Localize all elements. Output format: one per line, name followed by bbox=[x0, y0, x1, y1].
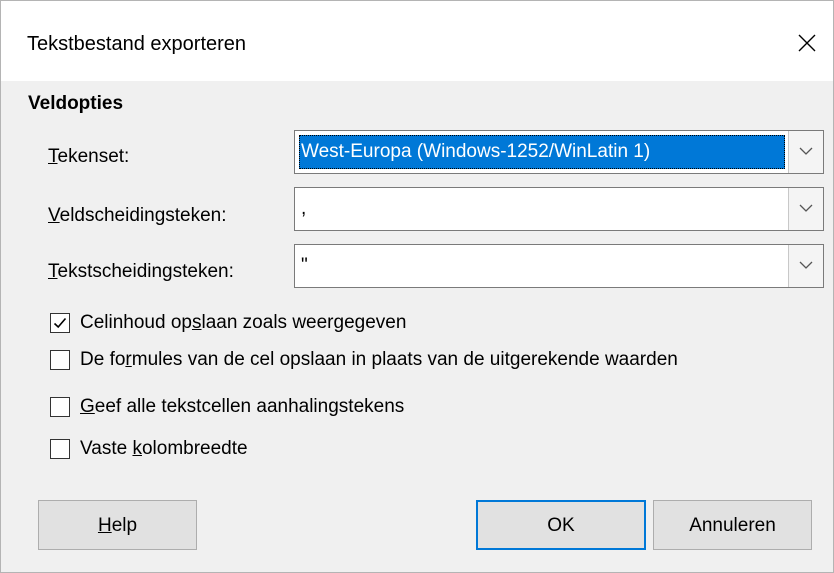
quote-all-text-cells-label-text: eef alle tekstcellen aanhalingstekens bbox=[94, 396, 405, 417]
help-button-label: elp bbox=[111, 515, 138, 536]
quote-all-text-cells-checkbox[interactable] bbox=[50, 397, 70, 417]
chevron-down-icon bbox=[799, 204, 813, 212]
charset-label: Tekenset: bbox=[48, 145, 129, 169]
close-icon bbox=[798, 34, 816, 52]
save-as-shown-label: Celinhoud opslaan zoals weergegeven bbox=[80, 311, 406, 335]
field-delimiter-label-text: eldscheidingsteken: bbox=[59, 205, 227, 226]
fixed-column-width-label: Vaste kolombreedte bbox=[80, 437, 248, 461]
option-save-formulas[interactable]: De formules van de cel opslaan in plaats… bbox=[50, 347, 678, 373]
chevron-down-icon bbox=[799, 261, 813, 269]
string-delimiter-label: Tekstscheidingsteken: bbox=[48, 260, 234, 284]
charset-label-mnemonic: T bbox=[48, 146, 58, 167]
checkmark-icon bbox=[53, 317, 67, 329]
field-delimiter-dropdown-button[interactable] bbox=[788, 188, 823, 230]
field-delimiter-label: Veldscheidingsteken: bbox=[48, 204, 227, 228]
fixed-column-width-label-mnemonic: k bbox=[132, 438, 142, 459]
fixed-column-width-label-text: Vaste bbox=[80, 438, 133, 459]
help-button-mnemonic: H bbox=[97, 515, 112, 536]
string-delimiter-dropdown-button[interactable] bbox=[788, 245, 823, 287]
save-formulas-label: De formules van de cel opslaan in plaats… bbox=[80, 348, 678, 372]
save-as-shown-label-text: laan zoals weergegeven bbox=[201, 312, 407, 333]
option-fixed-column-width[interactable]: Vaste kolombreedte bbox=[50, 436, 248, 462]
help-button[interactable]: Help bbox=[38, 500, 197, 550]
charset-dropdown-button[interactable] bbox=[788, 131, 823, 173]
string-delimiter-label-text: ekstscheidingsteken: bbox=[57, 261, 234, 282]
cancel-button[interactable]: Annuleren bbox=[653, 500, 812, 550]
field-delimiter-combobox[interactable]: , bbox=[294, 187, 824, 231]
chevron-down-icon bbox=[799, 147, 813, 155]
export-text-file-dialog: Tekstbestand exporteren Veldopties Teken… bbox=[0, 0, 834, 573]
ok-button[interactable]: OK bbox=[476, 500, 646, 550]
save-formulas-label-text: De fo bbox=[80, 349, 126, 370]
field-delimiter-value[interactable]: , bbox=[299, 192, 785, 226]
string-delimiter-value[interactable]: " bbox=[299, 249, 785, 283]
save-formulas-label-text: mules van de cel opslaan in plaats van d… bbox=[131, 349, 678, 370]
close-button[interactable] bbox=[791, 27, 823, 59]
save-as-shown-label-text: Celinhoud op bbox=[80, 312, 192, 333]
save-as-shown-checkbox[interactable] bbox=[50, 313, 70, 333]
charset-value: West-Europa (Windows-1252/WinLatin 1) bbox=[299, 135, 785, 169]
string-delimiter-label-mnemonic: T bbox=[48, 261, 58, 282]
quote-all-text-cells-label: Geef alle tekstcellen aanhalingstekens bbox=[80, 395, 404, 419]
field-options-heading: Veldopties bbox=[28, 93, 124, 114]
charset-select[interactable]: West-Europa (Windows-1252/WinLatin 1) bbox=[294, 130, 824, 174]
charset-label-text: ekenset: bbox=[57, 146, 130, 167]
title-bar: Tekstbestand exporteren bbox=[1, 1, 833, 81]
fixed-column-width-label-text: olombreedte bbox=[141, 438, 248, 459]
dialog-title: Tekstbestand exporteren bbox=[27, 33, 247, 55]
string-delimiter-combobox[interactable]: " bbox=[294, 244, 824, 288]
option-quote-all-text-cells[interactable]: Geef alle tekstcellen aanhalingstekens bbox=[50, 394, 404, 420]
option-save-cell-content-as-shown[interactable]: Celinhoud opslaan zoals weergegeven bbox=[50, 310, 406, 336]
fixed-column-width-checkbox[interactable] bbox=[50, 439, 70, 459]
field-delimiter-label-mnemonic: V bbox=[48, 205, 60, 226]
quote-all-text-cells-label-mnemonic: G bbox=[80, 396, 95, 417]
save-formulas-checkbox[interactable] bbox=[50, 350, 70, 370]
